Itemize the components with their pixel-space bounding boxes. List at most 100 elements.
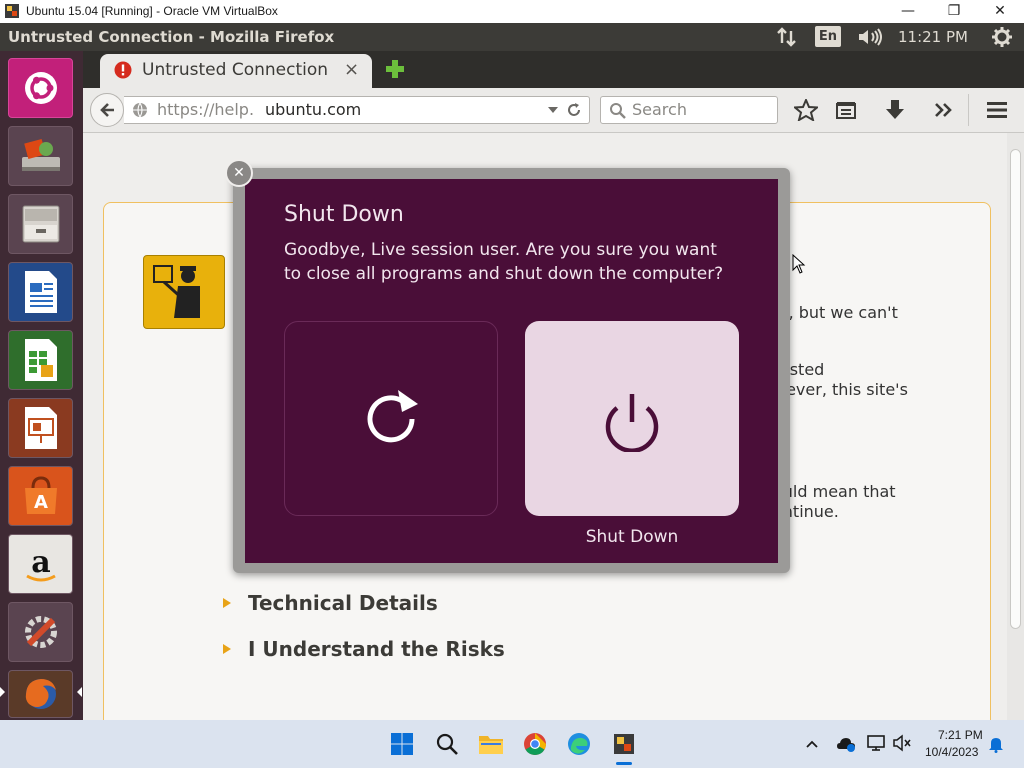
scrollbar-thumb[interactable] xyxy=(1010,149,1021,629)
url-history-dropdown-icon[interactable] xyxy=(548,107,558,113)
keyboard-layout-indicator[interactable]: En xyxy=(815,26,841,47)
windows-logo-icon xyxy=(391,733,413,755)
plus-icon xyxy=(386,60,404,78)
new-tab-button[interactable] xyxy=(384,58,406,80)
settings-gear-wrench-icon xyxy=(24,616,57,648)
understand-risks-expander[interactable]: I Understand the Risks xyxy=(223,637,505,661)
notification-bell-icon[interactable] xyxy=(988,735,1004,753)
error-text-line-1: m, but we can't xyxy=(773,303,898,322)
shutdown-button[interactable] xyxy=(525,321,739,516)
edge-icon xyxy=(568,733,590,755)
dialog-close-button[interactable]: ✕ xyxy=(225,159,253,187)
virtualbox-window-title: Ubuntu 15.04 [Running] - Oracle VM Virtu… xyxy=(26,4,278,18)
search-icon xyxy=(436,733,458,755)
files-button[interactable] xyxy=(8,194,73,254)
system-settings-button[interactable] xyxy=(8,602,73,662)
dash-home-button[interactable] xyxy=(8,58,73,118)
taskbar-date[interactable]: 10/4/2023 xyxy=(925,745,978,759)
restart-button[interactable] xyxy=(284,321,498,516)
downloads-icon[interactable] xyxy=(885,99,905,121)
back-button[interactable] xyxy=(90,93,124,127)
ubuntu-logo-icon xyxy=(24,72,57,104)
power-icon xyxy=(605,393,659,452)
error-text-line-3: wever, this site's xyxy=(773,380,908,399)
reload-icon[interactable] xyxy=(566,102,582,118)
tab-close-button[interactable]: × xyxy=(344,59,359,80)
technical-details-label: Technical Details xyxy=(248,591,438,615)
volume-muted-icon[interactable] xyxy=(892,734,912,752)
install-ubuntu-button[interactable] xyxy=(8,126,73,186)
session-gear-icon[interactable] xyxy=(991,26,1013,48)
taskbar-search-button[interactable] xyxy=(434,731,460,757)
virtualbox-app-icon xyxy=(4,3,20,19)
active-app-indicator xyxy=(616,762,632,765)
show-hidden-icons-chevron-icon[interactable] xyxy=(805,736,819,750)
network-monitor-icon[interactable] xyxy=(866,734,886,752)
security-officer-icon xyxy=(143,255,225,329)
libreoffice-impress-button[interactable] xyxy=(8,398,73,458)
maximize-button[interactable]: ❐ xyxy=(931,0,977,23)
taskbar-time[interactable]: 7:21 PM xyxy=(938,728,983,742)
libreoffice-calc-button[interactable] xyxy=(8,330,73,390)
active-window-title: Untrusted Connection - Mozilla Firefox xyxy=(8,28,335,46)
dialog-title: Shut Down xyxy=(284,202,404,227)
network-indicator-icon[interactable] xyxy=(776,27,798,47)
folder-icon xyxy=(479,736,503,754)
svg-text:a: a xyxy=(31,545,50,580)
running-indicator-right xyxy=(77,687,82,697)
libreoffice-writer-button[interactable] xyxy=(8,262,73,322)
dialog-message: Goodbye, Live session user. Are you sure… xyxy=(284,240,724,284)
expand-arrow-icon xyxy=(223,598,231,608)
chrome-button[interactable] xyxy=(522,731,548,757)
firefox-launcher-button[interactable] xyxy=(8,670,73,718)
onedrive-cloud-icon[interactable] xyxy=(836,735,856,753)
mouse-cursor-icon xyxy=(792,253,806,274)
bookmark-star-icon[interactable] xyxy=(792,97,820,123)
running-indicator-left xyxy=(0,687,5,697)
edge-button[interactable] xyxy=(566,731,592,757)
warning-icon xyxy=(114,61,132,79)
url-bar[interactable]: https://help. ubuntu.com xyxy=(124,96,590,124)
amazon-button[interactable]: a xyxy=(8,534,73,594)
writer-document-icon xyxy=(24,271,57,313)
url-prefix: https://help. xyxy=(157,100,255,119)
unity-launcher: A a xyxy=(0,51,83,720)
volume-icon[interactable] xyxy=(856,27,884,47)
restart-icon xyxy=(367,389,418,442)
understand-risks-label: I Understand the Risks xyxy=(248,637,505,661)
search-placeholder: Search xyxy=(632,100,687,119)
virtualbox-taskbar-button[interactable] xyxy=(611,731,637,757)
virtualbox-titlebar: Ubuntu 15.04 [Running] - Oracle VM Virtu… xyxy=(0,0,1024,24)
error-text-line-4: ould mean that xyxy=(773,482,896,501)
shopping-bag-icon: A xyxy=(24,476,57,514)
search-icon xyxy=(609,102,627,120)
globe-icon[interactable] xyxy=(132,102,148,118)
page-scrollbar[interactable] xyxy=(1007,133,1024,720)
tab-title: Untrusted Connection xyxy=(142,60,329,80)
close-button[interactable]: ✕ xyxy=(977,0,1023,23)
amazon-logo-icon: a xyxy=(25,545,56,582)
hamburger-menu-icon[interactable] xyxy=(986,100,1008,120)
svg-text:A: A xyxy=(34,492,48,513)
installer-drive-icon xyxy=(21,138,60,171)
chrome-icon xyxy=(524,733,546,755)
tab-untrusted-connection[interactable]: Untrusted Connection × xyxy=(100,54,372,88)
impress-presentation-icon xyxy=(24,407,57,449)
overflow-chevron-icon[interactable] xyxy=(934,101,954,119)
url-domain: ubuntu.com xyxy=(265,100,362,119)
software-center-button[interactable]: A xyxy=(8,466,73,526)
virtualbox-icon xyxy=(614,734,634,754)
file-cabinet-icon xyxy=(22,205,59,243)
back-arrow-icon xyxy=(100,103,114,117)
technical-details-expander[interactable]: Technical Details xyxy=(223,591,438,615)
minimize-button[interactable]: — xyxy=(885,0,931,23)
bookmarks-menu-icon[interactable] xyxy=(835,100,857,120)
search-input[interactable]: Search xyxy=(600,96,778,124)
shutdown-label: Shut Down xyxy=(585,527,679,547)
file-explorer-button[interactable] xyxy=(478,731,504,757)
toolbar-divider xyxy=(968,94,969,126)
shutdown-dialog: Shut Down Goodbye, Live session user. Ar… xyxy=(245,179,778,563)
panel-clock[interactable]: 11:21 PM xyxy=(898,28,968,46)
expand-arrow-icon xyxy=(223,644,231,654)
windows-start-button[interactable] xyxy=(389,731,415,757)
